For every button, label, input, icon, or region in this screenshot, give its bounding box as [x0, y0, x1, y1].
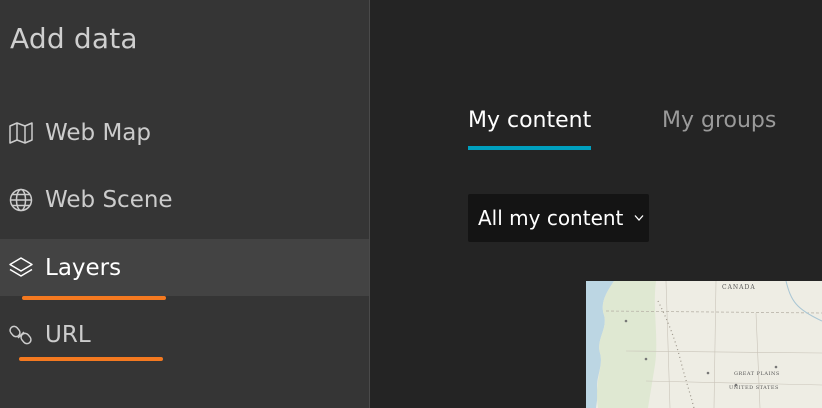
sidebar-item-web-map[interactable]: Web Map	[0, 104, 369, 161]
sidebar-item-web-scene[interactable]: Web Scene	[0, 171, 369, 228]
active-tab-indicator	[468, 146, 591, 150]
highlight-underline	[19, 357, 163, 361]
sidebar-item-label: Web Scene	[45, 186, 173, 213]
dropdown-selected-value: All my content	[478, 206, 624, 230]
chevron-down-icon	[633, 212, 645, 224]
map-thumbnail[interactable]: CANADA GREAT PLAINS UNITED STATES	[586, 281, 822, 408]
map-label-country: CANADA	[722, 284, 756, 291]
map-thumbnail-image	[586, 281, 822, 408]
sidebar-item-label: Layers	[45, 254, 122, 281]
map-label-country2: UNITED STATES	[729, 385, 779, 391]
sidebar-item-label: Web Map	[45, 119, 151, 146]
tab-my-groups[interactable]: My groups	[662, 108, 776, 133]
map-label-region: GREAT PLAINS	[734, 371, 780, 377]
sidebar-title: Add data	[10, 22, 138, 55]
sidebar-item-label: URL	[45, 321, 91, 348]
panel-divider	[369, 0, 370, 408]
map-icon	[8, 120, 34, 146]
sidebar: Add data Web Map Web Scene Layers URL	[0, 0, 369, 408]
layers-icon	[8, 255, 34, 281]
sidebar-item-layers[interactable]: Layers	[0, 239, 369, 296]
add-data-panel: Add data Web Map Web Scene Layers URL My…	[0, 0, 822, 408]
highlight-underline	[22, 296, 166, 300]
globe-icon	[8, 187, 34, 213]
sidebar-item-url[interactable]: URL	[0, 306, 369, 363]
tab-my-content[interactable]: My content	[468, 108, 591, 133]
link-icon	[8, 322, 34, 348]
content-filter-dropdown[interactable]: All my content	[468, 194, 649, 242]
